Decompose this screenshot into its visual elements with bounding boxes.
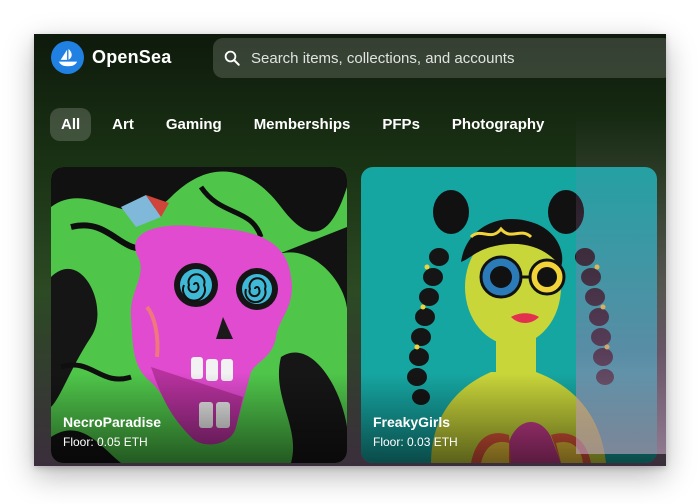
collection-card-freakygirls[interactable]: FreakyGirls Floor: 0.03 ETH <box>361 167 657 463</box>
search-bar[interactable] <box>213 38 666 78</box>
sailboat-icon <box>58 48 77 66</box>
tab-art[interactable]: Art <box>101 108 145 141</box>
app-window: OpenSea All Art Gaming Memberships PFPs … <box>34 34 666 466</box>
card-floor-price: Floor: 0.03 ETH <box>373 435 458 449</box>
opensea-logo[interactable] <box>51 41 84 74</box>
tab-gaming[interactable]: Gaming <box>155 108 233 141</box>
card-title: FreakyGirls <box>373 414 451 430</box>
collection-card-necroparadise[interactable]: NecroParadise Floor: 0.05 ETH <box>51 167 347 463</box>
tab-memberships[interactable]: Memberships <box>243 108 362 141</box>
search-icon <box>224 50 240 66</box>
tab-photography[interactable]: Photography <box>441 108 556 141</box>
tab-all[interactable]: All <box>50 108 92 141</box>
tab-pfps[interactable]: PFPs <box>371 108 431 141</box>
brand-name[interactable]: OpenSea <box>92 47 171 68</box>
card-floor-price: Floor: 0.05 ETH <box>63 435 148 449</box>
category-tabs: All Art Gaming Memberships PFPs Photogra… <box>50 108 565 141</box>
card-title: NecroParadise <box>63 414 162 430</box>
search-input[interactable] <box>249 48 653 68</box>
